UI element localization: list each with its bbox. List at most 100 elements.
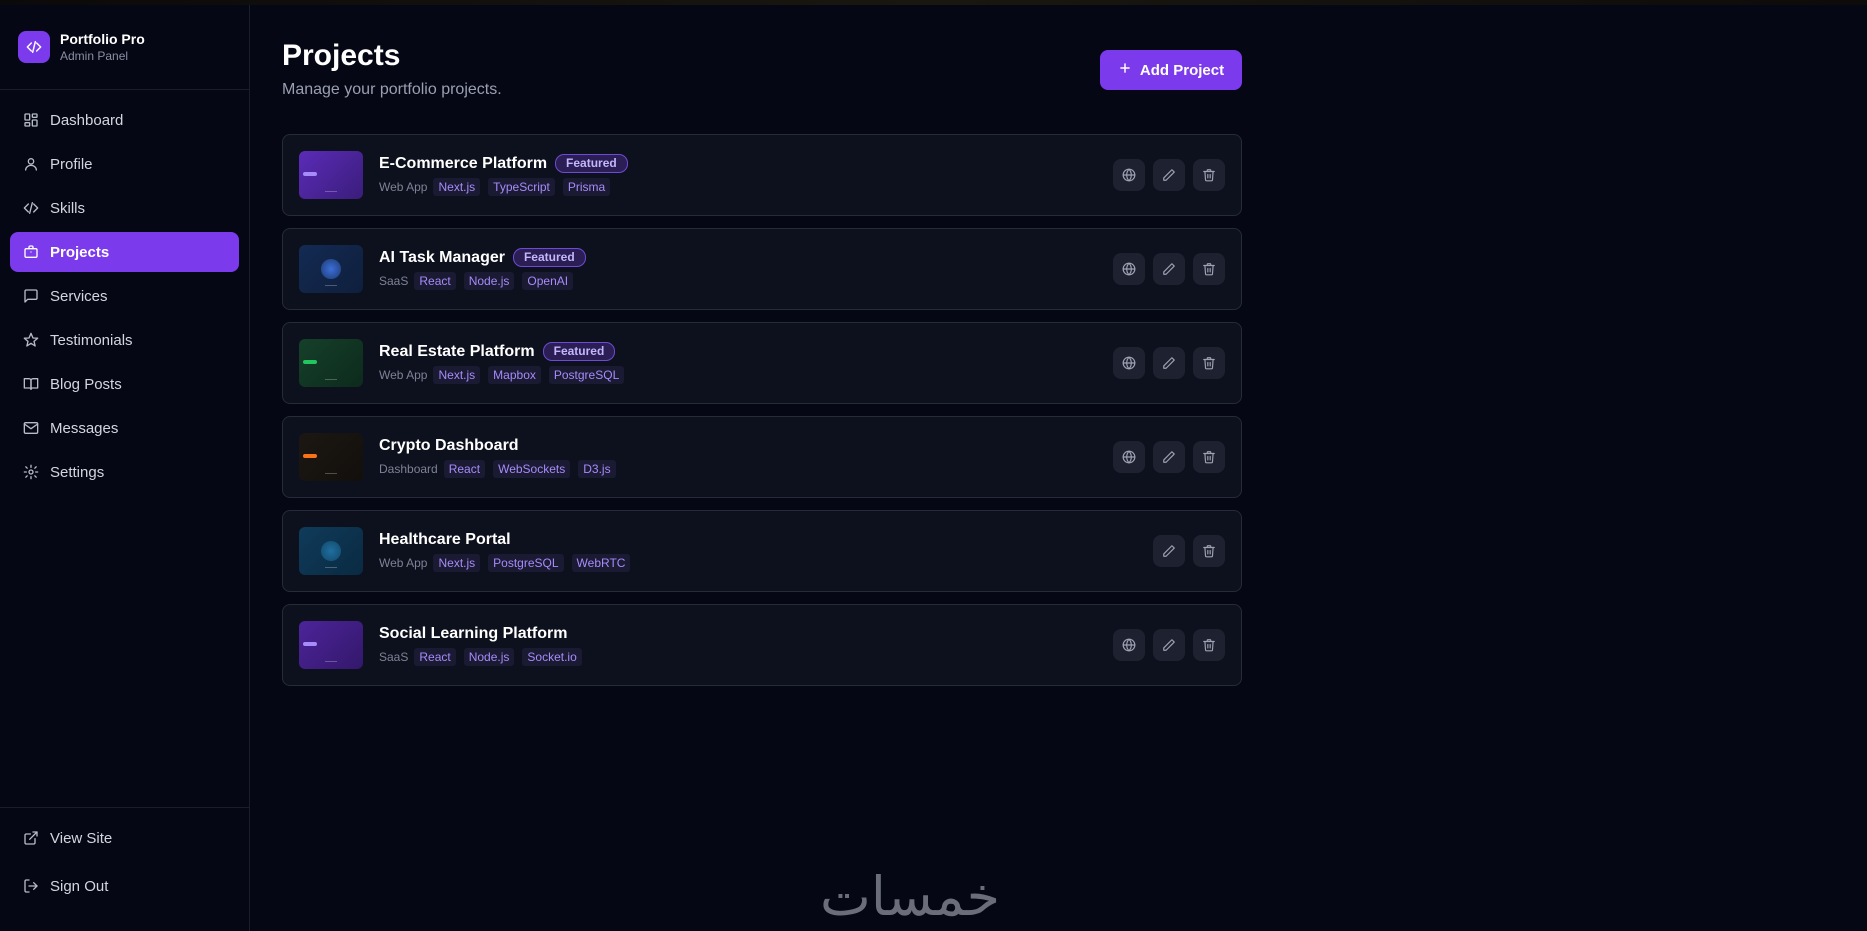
- sidebar-item-settings[interactable]: Settings: [10, 452, 239, 492]
- view-site-button[interactable]: [1113, 253, 1145, 285]
- project-thumbnail: [299, 151, 363, 199]
- featured-badge: Featured: [512, 248, 586, 267]
- tech-tag: TypeScript: [488, 178, 555, 196]
- delete-project-button[interactable]: [1193, 535, 1225, 567]
- project-card: Real Estate Platform Featured Web App Next.…: [282, 322, 1242, 404]
- view-site-button[interactable]: [1113, 629, 1145, 661]
- project-card: Crypto Dashboard Dashboard React WebSockets…: [282, 416, 1242, 498]
- project-category: Web App: [379, 368, 428, 382]
- brand-subtitle: Admin Panel: [60, 48, 129, 63]
- tech-tag: Next.js: [433, 178, 481, 196]
- trash-icon: [1202, 544, 1216, 558]
- gear-icon: [23, 464, 39, 480]
- tech-tag: PostgreSQL: [548, 366, 625, 384]
- tech-tag: WebSockets: [493, 459, 571, 478]
- sidebar-item-label: Projects: [50, 243, 110, 261]
- sidebar-item-sign-out[interactable]: Sign Out: [10, 866, 239, 906]
- edit-project-button[interactable]: [1153, 535, 1185, 567]
- trash-icon: [1202, 168, 1216, 182]
- code-logo-icon: [18, 31, 50, 63]
- pencil-icon: [1162, 262, 1176, 276]
- trash-icon: [1202, 450, 1216, 464]
- delete-project-button[interactable]: [1193, 347, 1225, 379]
- external-link-icon: [23, 830, 39, 846]
- add-project-label: Add Project: [1139, 61, 1225, 79]
- sidebar-item-label: Testimonials: [50, 331, 133, 349]
- tech-tag: PostgreSQL: [488, 553, 564, 572]
- sidebar-item-blog-posts[interactable]: Blog Posts: [10, 364, 239, 404]
- sidebar-footer: View Site Sign Out: [0, 807, 249, 931]
- trash-icon: [1202, 262, 1216, 276]
- sidebar-item-services[interactable]: Services: [10, 276, 239, 316]
- globe-icon: [1122, 168, 1136, 182]
- brand-title: Portfolio Pro: [60, 30, 145, 47]
- project-category: Web App: [379, 180, 428, 194]
- page-title: Projects: [282, 39, 401, 72]
- sidebar-item-dashboard[interactable]: Dashboard: [10, 100, 239, 140]
- project-title: E-Commerce Platform: [379, 154, 548, 172]
- tech-tag: React: [414, 647, 456, 666]
- tech-tag: Node.js: [463, 272, 515, 290]
- briefcase-icon: [23, 244, 39, 260]
- sidebar-item-messages[interactable]: Messages: [10, 408, 239, 448]
- tech-tag: Socket.io: [522, 647, 582, 666]
- tech-tag: React: [443, 459, 486, 478]
- project-list: E-Commerce Platform Featured Web App Next.j…: [282, 134, 1242, 698]
- sidebar-item-label: Settings: [50, 463, 105, 481]
- trash-icon: [1202, 356, 1216, 370]
- main-content: Projects Manage your portfolio projects.…: [282, 5, 1242, 686]
- globe-icon: [1122, 262, 1136, 276]
- project-title: Real Estate Platform: [379, 342, 535, 360]
- project-thumbnail: [299, 339, 363, 387]
- grid-icon: [23, 112, 39, 128]
- project-category: Web App: [379, 555, 428, 570]
- pencil-icon: [1162, 168, 1176, 182]
- watermark: خمسات: [820, 865, 1001, 928]
- tech-tag: React: [414, 272, 456, 290]
- sidebar-item-label: Sign Out: [50, 877, 109, 895]
- sidebar-item-projects[interactable]: Projects: [10, 232, 239, 272]
- mail-icon: [23, 420, 39, 436]
- edit-project-button[interactable]: [1153, 253, 1185, 285]
- tech-tag: OpenAI: [522, 272, 574, 290]
- view-site-button[interactable]: [1113, 441, 1145, 473]
- pencil-icon: [1162, 544, 1176, 558]
- edit-project-button[interactable]: [1153, 347, 1185, 379]
- brand: Portfolio Pro Admin Panel: [0, 5, 249, 90]
- project-thumbnail: [299, 433, 363, 481]
- sidebar-item-view-site[interactable]: View Site: [10, 818, 239, 858]
- tech-tag: Node.js: [463, 647, 515, 666]
- tech-tag: Prisma: [562, 178, 611, 196]
- sidebar-item-profile[interactable]: Profile: [10, 144, 239, 184]
- tech-tag: Next.js: [433, 553, 481, 572]
- sidebar-item-label: Blog Posts: [50, 375, 122, 393]
- plus-icon: [1118, 61, 1132, 79]
- globe-icon: [1122, 638, 1136, 652]
- sidebar-item-skills[interactable]: Skills: [10, 188, 239, 228]
- sidebar-item-testimonials[interactable]: Testimonials: [10, 320, 239, 360]
- project-thumbnail: [299, 245, 363, 293]
- view-site-button[interactable]: [1113, 347, 1145, 379]
- code-icon: [23, 200, 39, 216]
- edit-project-button[interactable]: [1153, 159, 1185, 191]
- edit-project-button[interactable]: [1153, 629, 1185, 661]
- sidebar-item-label: Profile: [50, 155, 93, 173]
- delete-project-button[interactable]: [1193, 159, 1225, 191]
- add-project-button[interactable]: Add Project: [1100, 50, 1242, 90]
- project-category: Dashboard: [379, 461, 438, 476]
- project-card: E-Commerce Platform Featured Web App Next.j…: [282, 134, 1242, 216]
- project-title: Healthcare Portal: [379, 530, 511, 548]
- project-title: AI Task Manager: [379, 248, 505, 266]
- project-category: SaaS: [379, 649, 409, 664]
- globe-icon: [1122, 450, 1136, 464]
- delete-project-button[interactable]: [1193, 629, 1225, 661]
- page-header: Projects Manage your portfolio projects.…: [282, 5, 1242, 133]
- view-site-button[interactable]: [1113, 159, 1145, 191]
- project-category: SaaS: [379, 274, 409, 288]
- delete-project-button[interactable]: [1193, 253, 1225, 285]
- tech-tag: WebRTC: [571, 553, 631, 572]
- delete-project-button[interactable]: [1193, 441, 1225, 473]
- logout-icon: [23, 878, 39, 894]
- edit-project-button[interactable]: [1153, 441, 1185, 473]
- tech-tag: Next.js: [433, 366, 481, 384]
